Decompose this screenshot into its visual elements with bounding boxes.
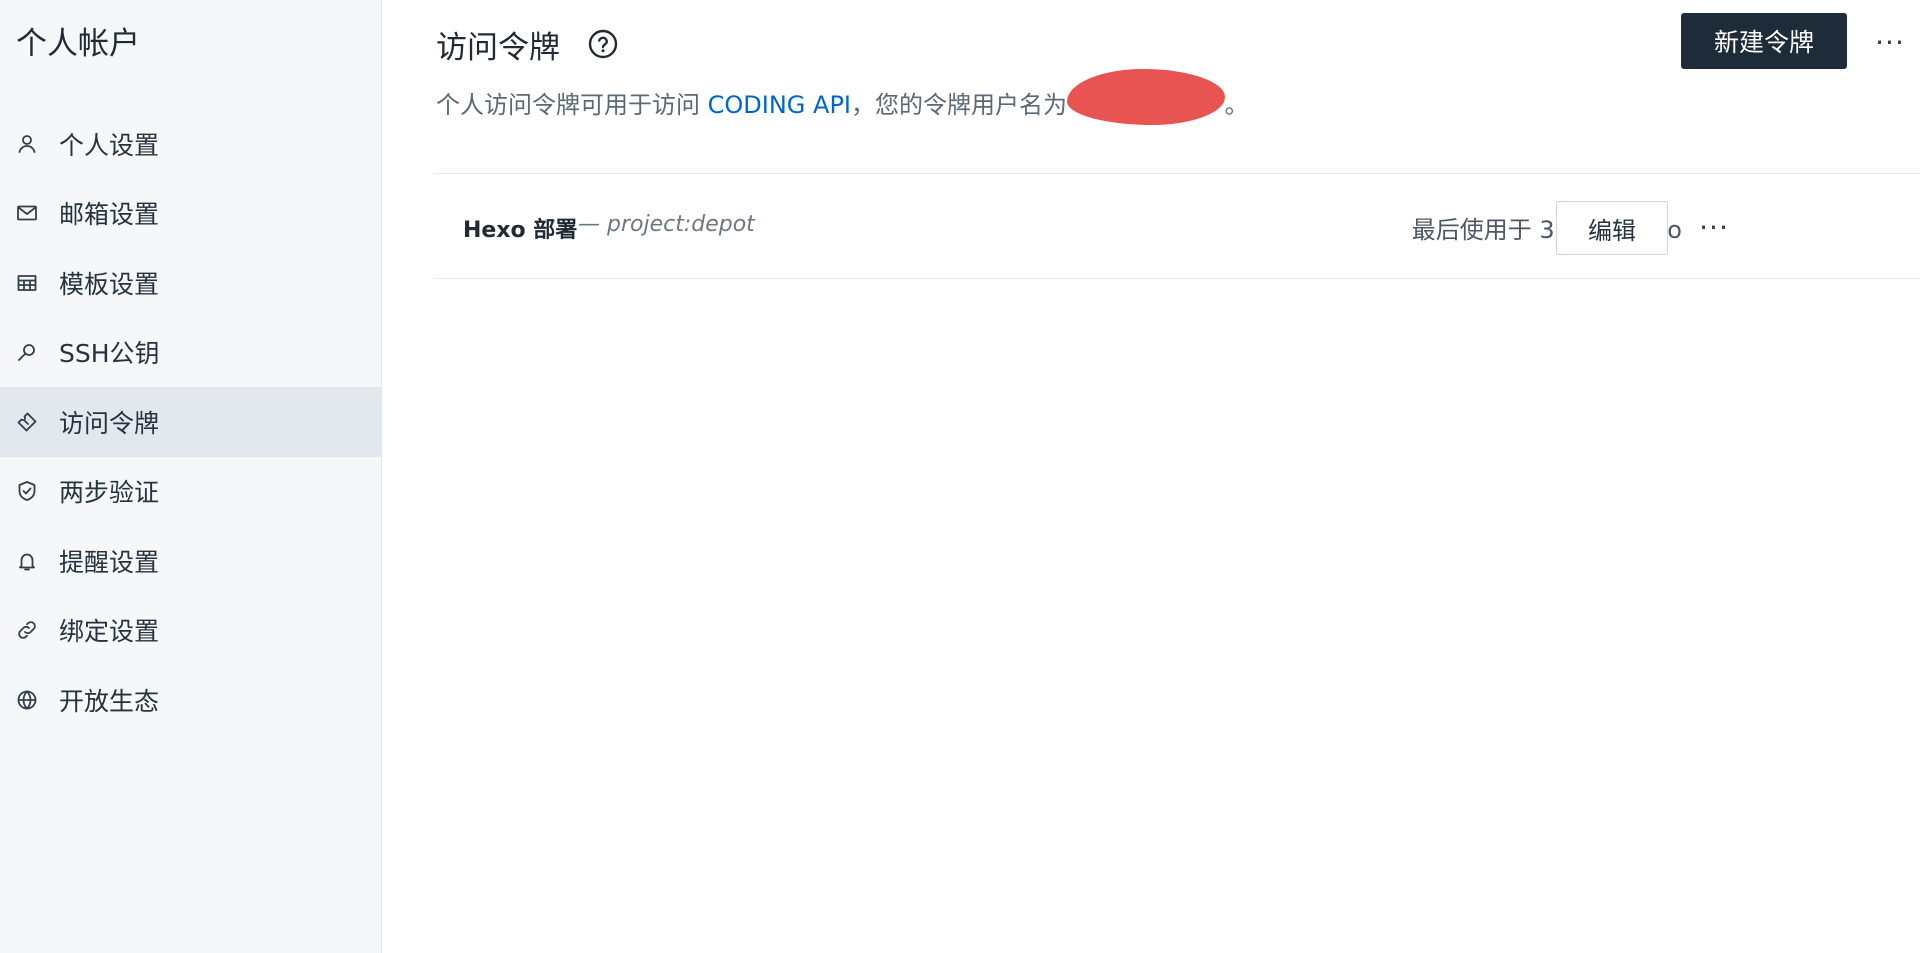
sidebar-item-label: 绑定设置 — [59, 617, 160, 647]
sidebar-item-label: 访问令牌 — [59, 408, 160, 438]
sidebar-item-open-ecosystem[interactable]: 开放生态 — [0, 665, 381, 735]
sidebar: 个人帐户 个人设置 邮箱设置 模板设置 SSH公钥 访问令牌 两步验证 提醒设置… — [0, 0, 382, 953]
description-middle: ，您的令牌用户名为 — [851, 91, 1075, 119]
token-row: Hexo 部署 — project:depot 最后使用于 3 hours ag… — [434, 174, 1920, 279]
help-circle-icon[interactable] — [587, 28, 619, 60]
sidebar-item-personal-settings[interactable]: 个人设置 — [0, 109, 381, 179]
ticket-icon — [15, 410, 39, 434]
sidebar-item-notification-settings[interactable]: 提醒设置 — [0, 526, 381, 596]
main-content: 访问令牌 新建令牌 ··· 个人访问令牌可用于访问 CODING API，您的令… — [382, 0, 1920, 953]
more-options-icon[interactable]: ··· — [1872, 24, 1908, 60]
token-more-options-icon[interactable]: ··· — [1697, 210, 1731, 244]
coding-api-link[interactable]: CODING API — [708, 91, 851, 119]
sidebar-item-ssh-keys[interactable]: SSH公钥 — [0, 318, 381, 388]
sidebar-item-label: 模板设置 — [59, 269, 160, 299]
page-description: 个人访问令牌可用于访问 CODING API，您的令牌用户名为 。 — [436, 69, 1249, 125]
shield-check-icon — [15, 479, 39, 503]
edit-token-button[interactable]: 编辑 — [1556, 201, 1668, 255]
user-icon — [15, 132, 39, 156]
description-prefix: 个人访问令牌可用于访问 — [436, 91, 708, 119]
link-icon — [15, 618, 39, 642]
sidebar-item-access-tokens[interactable]: 访问令牌 — [0, 387, 381, 457]
token-scope: — project:depot — [578, 212, 755, 237]
sidebar-item-label: 提醒设置 — [59, 547, 160, 577]
page-title: 访问令牌 — [436, 30, 560, 66]
redacted-username — [1066, 69, 1225, 125]
sidebar-item-template-settings[interactable]: 模板设置 — [0, 248, 381, 318]
key-icon — [15, 340, 39, 364]
sidebar-item-binding-settings[interactable]: 绑定设置 — [0, 596, 381, 666]
sidebar-item-two-factor[interactable]: 两步验证 — [0, 457, 381, 527]
redaction-mark — [1066, 69, 1225, 125]
sidebar-item-email-settings[interactable]: 邮箱设置 — [0, 179, 381, 249]
mail-icon — [15, 201, 39, 225]
sidebar-item-label: 个人设置 — [59, 130, 160, 160]
bell-icon — [15, 549, 39, 573]
sidebar-item-label: 邮箱设置 — [59, 200, 160, 230]
sidebar-item-label: SSH公钥 — [59, 339, 160, 369]
sidebar-item-label: 开放生态 — [59, 686, 160, 716]
sidebar-item-label: 两步验证 — [59, 478, 160, 508]
description-suffix: 。 — [1224, 91, 1249, 119]
app-root: 个人帐户 个人设置 邮箱设置 模板设置 SSH公钥 访问令牌 两步验证 提醒设置… — [0, 0, 1920, 953]
sidebar-title: 个人帐户 — [16, 26, 140, 62]
table-icon — [15, 271, 39, 295]
globe-icon — [15, 688, 39, 712]
new-token-button[interactable]: 新建令牌 — [1681, 13, 1847, 69]
sidebar-nav: 个人设置 邮箱设置 模板设置 SSH公钥 访问令牌 两步验证 提醒设置 绑定设置… — [0, 109, 381, 735]
token-name: Hexo 部署 — [463, 218, 578, 243]
